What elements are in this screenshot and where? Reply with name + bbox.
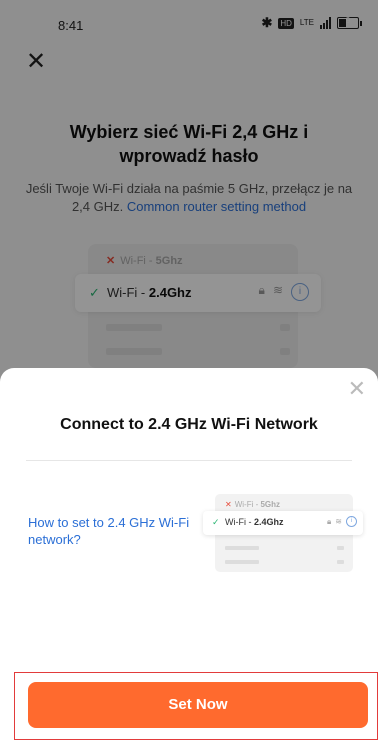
- set-now-button[interactable]: Set Now: [28, 682, 368, 728]
- mini-cross-icon: ✕: [225, 500, 232, 509]
- mini-wifi-5g-row: ✕ Wi-Fi - 5Ghz: [225, 500, 281, 509]
- mini-info-icon: i: [346, 516, 357, 527]
- mini-wifi-24g-row: ✓ Wi-Fi - 2.4Ghz 🔒︎ ≋ i: [203, 511, 363, 535]
- divider: [26, 460, 352, 461]
- howto-link[interactable]: How to set to 2.4 GHz Wi-Fi network?: [28, 514, 208, 548]
- sheet-close-icon[interactable]: ✕: [348, 378, 366, 400]
- sheet-title: Connect to 2.4 GHz Wi-Fi Network: [60, 416, 318, 433]
- mini-check-icon: ✓: [212, 517, 220, 527]
- bottom-sheet: ✕ Connect to 2.4 GHz Wi-Fi Network How t…: [0, 368, 378, 742]
- mini-wifi-icon: ≋: [335, 517, 342, 526]
- mini-lock-icon: 🔒︎: [327, 516, 332, 526]
